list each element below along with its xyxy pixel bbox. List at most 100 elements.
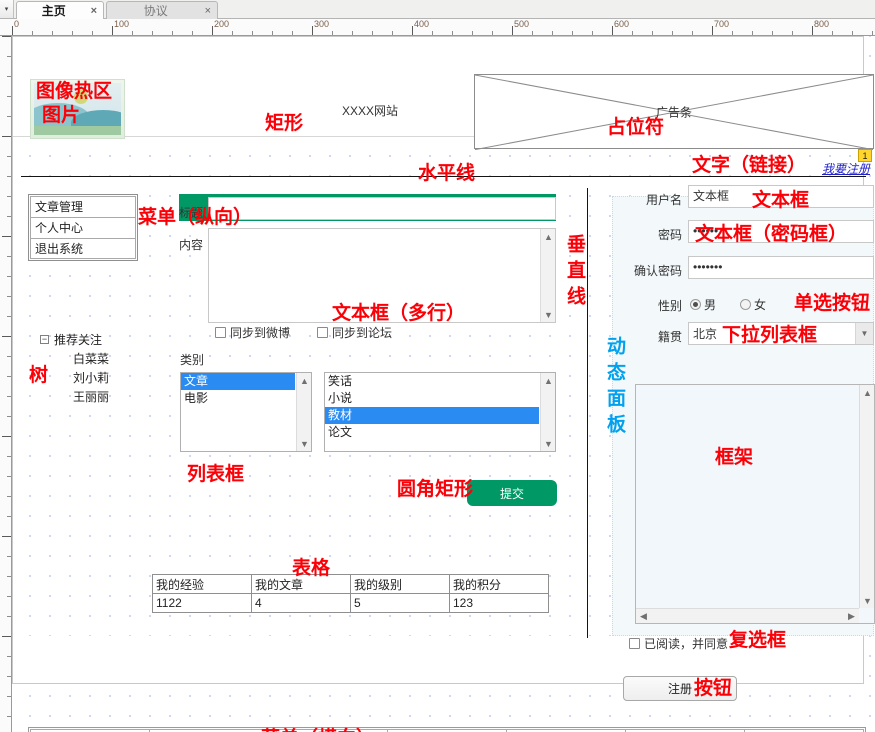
scroll-down-icon[interactable]: ▼ bbox=[297, 436, 311, 451]
menu-item-article-manage[interactable]: 文章管理 bbox=[30, 196, 136, 217]
ruler-vtick-minor bbox=[7, 656, 11, 657]
ruler-vtick-minor bbox=[7, 156, 11, 157]
list-item[interactable]: 文章 bbox=[181, 373, 295, 390]
tab-agreement[interactable]: 协议 × bbox=[106, 1, 218, 19]
tree-collapse-icon[interactable]: − bbox=[40, 335, 49, 344]
listbox-right[interactable]: 笑话 小说 教材 论文 ▲ ▼ bbox=[324, 372, 556, 452]
ruler-vtick-minor bbox=[7, 676, 11, 677]
vertical-ruler bbox=[0, 36, 12, 732]
radio-icon[interactable] bbox=[740, 299, 751, 310]
ruler-vtick-major bbox=[2, 436, 11, 437]
scroll-up-icon[interactable]: ▲ bbox=[541, 373, 555, 388]
ruler-tick-minor bbox=[552, 31, 553, 35]
ruler-tick-minor bbox=[432, 31, 433, 35]
scroll-up-icon[interactable]: ▲ bbox=[541, 229, 556, 244]
tab-home-label: 主页 bbox=[41, 4, 66, 18]
tab-scroll-button[interactable]: ▾ bbox=[0, 0, 14, 18]
list-item[interactable]: 论文 bbox=[325, 424, 539, 441]
ruler-vtick-minor bbox=[7, 356, 11, 357]
design-canvas[interactable]: 图像热区 图片 XXXX网站 矩形 广告条 占位符 水平线 垂直线 动态面板 文… bbox=[12, 36, 875, 732]
tree-item-1[interactable]: 白菜菜 bbox=[73, 350, 109, 367]
checkbox-sync-forum[interactable]: 同步到论坛 bbox=[317, 324, 392, 341]
frame-vertical-scrollbar[interactable]: ▲ ▼ bbox=[859, 385, 874, 608]
register-link[interactable]: 我要注册 bbox=[822, 160, 870, 177]
scroll-down-icon[interactable]: ▼ bbox=[860, 593, 875, 608]
vertical-line[interactable] bbox=[587, 188, 588, 638]
ruler-tick-label: 600 bbox=[614, 19, 630, 29]
tab-agreement-label: 协议 bbox=[143, 4, 168, 18]
confirm-password-input[interactable]: ••••••• bbox=[688, 256, 874, 279]
close-icon[interactable]: × bbox=[91, 5, 97, 17]
checkbox-sync-weibo-label: 同步到微博 bbox=[230, 326, 291, 340]
checkbox-agree[interactable]: 已阅读，并同意 bbox=[629, 635, 728, 652]
checkbox-icon[interactable] bbox=[317, 327, 328, 338]
table-cell: 5 bbox=[350, 593, 450, 613]
title-input[interactable] bbox=[208, 197, 556, 220]
anno-tree: 树 bbox=[29, 365, 49, 386]
scroll-down-icon[interactable]: ▼ bbox=[541, 436, 555, 451]
list-item[interactable]: 电影 bbox=[181, 390, 295, 407]
ruler-tick-minor bbox=[732, 31, 733, 35]
listbox-left-scrollbar[interactable]: ▲ ▼ bbox=[296, 373, 311, 451]
list-item[interactable]: 教材 bbox=[325, 407, 539, 424]
anno-radio-button: 单选按钮 bbox=[794, 293, 871, 314]
username-label: 用户名 bbox=[645, 193, 682, 207]
ruler-tick-label: 400 bbox=[414, 19, 430, 29]
ruler-tick-minor bbox=[372, 31, 373, 35]
ruler-vtick-minor bbox=[7, 596, 11, 597]
tree-item-2[interactable]: 刘小莉 bbox=[73, 369, 109, 386]
category-label: 类别 bbox=[180, 353, 205, 367]
frame-horizontal-scrollbar[interactable]: ◀ ▶ bbox=[636, 608, 859, 623]
ruler-tick-minor bbox=[172, 31, 173, 35]
scroll-right-icon[interactable]: ▶ bbox=[844, 609, 859, 624]
placeholder-label: 广告条 bbox=[655, 105, 692, 119]
ruler-tick-label: 700 bbox=[714, 19, 730, 29]
anno-checkbox: 复选框 bbox=[729, 630, 787, 651]
listbox-left[interactable]: 文章 电影 ▲ ▼ bbox=[180, 372, 312, 452]
menu-item-personal-center[interactable]: 个人中心 bbox=[30, 217, 136, 238]
tree-item-3[interactable]: 王丽丽 bbox=[73, 388, 109, 405]
ruler-vtick-minor bbox=[7, 376, 11, 377]
tree-widget[interactable]: − 推荐关注 白菜菜 刘小莉 王丽丽 bbox=[40, 331, 109, 405]
radio-icon[interactable] bbox=[690, 299, 701, 310]
scroll-up-icon[interactable]: ▲ bbox=[860, 385, 875, 400]
content-scrollbar[interactable]: ▲ ▼ bbox=[540, 229, 555, 322]
horizontal-menu[interactable]: 公司简介 公司动态 公司新闻 招聘英才 联系我们 关于我们 站点地图 bbox=[28, 727, 866, 732]
ruler-tick-minor bbox=[132, 31, 133, 35]
menu-item-logout[interactable]: 退出系统 bbox=[30, 238, 136, 259]
table-cell: 4 bbox=[251, 593, 351, 613]
content-label: 内容 bbox=[178, 238, 203, 252]
scroll-down-icon[interactable]: ▼ bbox=[541, 307, 556, 322]
checkbox-sync-weibo[interactable]: 同步到微博 bbox=[215, 324, 290, 341]
listbox-left-items: 文章 电影 bbox=[181, 373, 295, 407]
radio-gender-female[interactable]: 女 bbox=[740, 296, 766, 313]
tab-bar: ▾ 主页 × 协议 × bbox=[0, 0, 875, 19]
ruler-tick-minor bbox=[772, 31, 773, 35]
ruler-vtick-major bbox=[2, 36, 11, 37]
ruler-vtick-major bbox=[2, 636, 11, 637]
checkbox-icon[interactable] bbox=[629, 638, 640, 649]
vertical-menu[interactable]: 文章管理 个人中心 退出系统 bbox=[28, 194, 138, 261]
chevron-down-icon[interactable]: ▼ bbox=[855, 323, 873, 344]
anno-button: 按钮 bbox=[694, 678, 733, 699]
register-button-label: 注册 bbox=[667, 682, 692, 696]
tree-root-node[interactable]: − 推荐关注 bbox=[40, 331, 109, 348]
scroll-left-icon[interactable]: ◀ bbox=[636, 609, 651, 624]
list-item[interactable]: 小说 bbox=[325, 390, 539, 407]
scroll-up-icon[interactable]: ▲ bbox=[297, 373, 311, 388]
close-icon[interactable]: × bbox=[205, 5, 211, 17]
ruler-tick-minor bbox=[672, 31, 673, 35]
submit-button[interactable]: 提交 bbox=[467, 480, 557, 506]
listbox-right-scrollbar[interactable]: ▲ ▼ bbox=[540, 373, 555, 451]
banner-placeholder[interactable]: 广告条 bbox=[474, 74, 874, 150]
ruler-vtick-minor bbox=[7, 576, 11, 577]
checkbox-icon[interactable] bbox=[215, 327, 226, 338]
list-item[interactable]: 笑话 bbox=[325, 373, 539, 390]
ruler-vtick-minor bbox=[7, 396, 11, 397]
content-frame[interactable]: ▲ ▼ ◀ ▶ bbox=[635, 384, 875, 624]
tree-root-label: 推荐关注 bbox=[54, 333, 103, 347]
ruler-tick-minor bbox=[392, 31, 393, 35]
radio-gender-male[interactable]: 男 bbox=[690, 296, 716, 313]
tab-home[interactable]: 主页 × bbox=[16, 1, 104, 19]
ruler-vtick-minor bbox=[7, 96, 11, 97]
